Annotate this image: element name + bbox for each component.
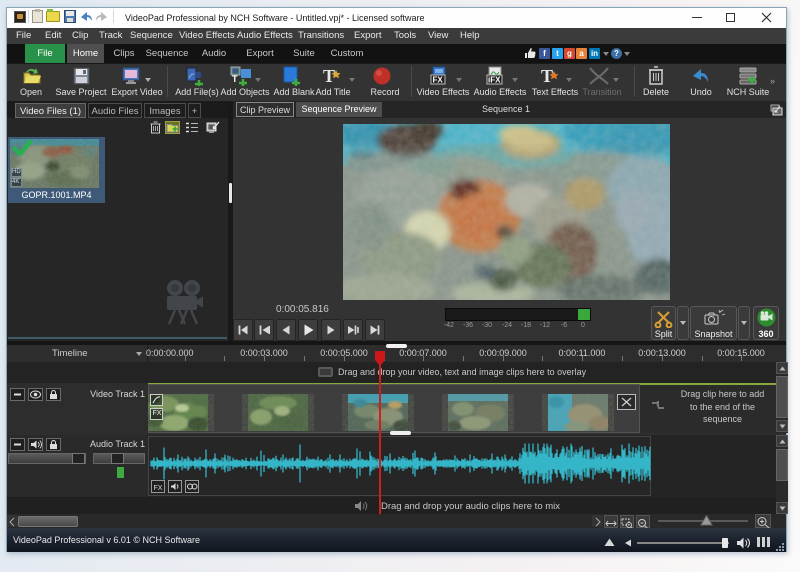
svg-text:FX: FX xyxy=(154,485,163,492)
